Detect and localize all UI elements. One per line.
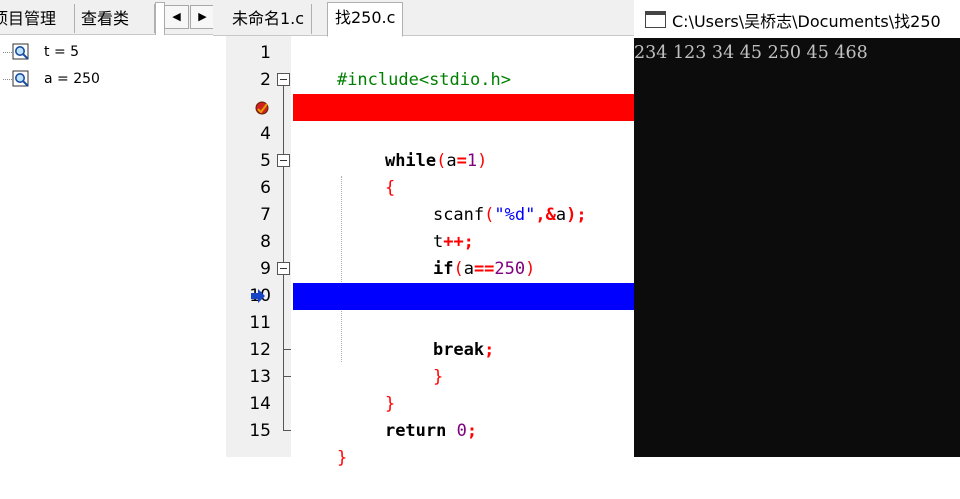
fold-toggle[interactable] (277, 73, 290, 86)
code-line-8[interactable]: if(a==250) (293, 229, 634, 279)
code-line-3-breakpoint[interactable]: int a,t=0; (293, 94, 634, 144)
tab-file-untitled[interactable]: 未命名1.c (225, 4, 313, 34)
tab-project-manager[interactable]: 项目管理 (0, 4, 75, 33)
code-line-13[interactable]: } (293, 364, 634, 414)
fold-end (283, 430, 291, 431)
code-editor: 未命名1.c 找250.c 1 2 4 5 6 7 8 9 10 11 12 1… (213, 0, 637, 468)
line-number: 5 (260, 151, 271, 171)
console-title: C:\Users\吴桥志\Documents\找250 (672, 12, 941, 31)
tab-file-active[interactable]: 找250.c (327, 2, 404, 37)
line-number: 7 (260, 205, 271, 225)
code-line-15[interactable]: } (293, 418, 637, 468)
code-line-6[interactable]: scanf("%d",&a); (293, 175, 634, 225)
watch-variable-icon (12, 70, 29, 87)
current-line-arrow-icon (251, 289, 265, 303)
code-line-9[interactable]: { (293, 256, 634, 306)
code-line-10-current[interactable]: printf("%d\n",t); (293, 283, 634, 333)
tree-connector (3, 52, 12, 53)
editor-tabs: 未命名1.c 找250.c (213, 0, 634, 37)
left-panel-tabs: 项目管理 查看类 ◀ ▶ (0, 0, 215, 35)
console-window[interactable]: C:\Users\吴桥志\Documents\找250 234 123 34 4… (634, 0, 960, 457)
fold-toggle[interactable] (277, 154, 290, 167)
code-line-1[interactable]: #include<stdio.h> (293, 40, 637, 90)
line-number: 14 (249, 394, 271, 414)
line-number: 12 (249, 340, 271, 360)
project-panel: 项目管理 查看类 ◀ ▶ t = 5 a = 250 (0, 0, 215, 457)
breakpoint-icon[interactable] (254, 100, 270, 116)
fold-end (283, 376, 291, 377)
watch-variable-icon (12, 43, 29, 60)
line-number: 4 (260, 124, 271, 144)
code-line-2[interactable]: int main(){ (293, 67, 637, 117)
arrow-right-icon: ▶ (198, 10, 207, 23)
code-line-14[interactable]: return 0; (293, 391, 634, 441)
code-line-5[interactable]: { (293, 148, 634, 198)
console-title-bar[interactable]: C:\Users\吴桥志\Documents\找250 (634, 0, 960, 38)
tree-connector (3, 79, 12, 80)
code-line-4[interactable]: while(a=1) (293, 121, 634, 171)
fold-end (283, 349, 291, 350)
code-line-12[interactable]: } (293, 337, 634, 387)
tab-scroll-left-button[interactable]: ◀ (164, 5, 189, 29)
line-number: 2 (260, 70, 271, 90)
code-line-11[interactable]: break; (293, 310, 634, 360)
arrow-left-icon: ◀ (172, 10, 181, 23)
line-number: 1 (260, 43, 271, 63)
line-number: 9 (260, 259, 271, 279)
line-number: 13 (249, 367, 271, 387)
console-output: 234 123 34 45 250 45 468 (634, 43, 868, 63)
line-number-gutter[interactable]: 1 2 4 5 6 7 8 9 10 11 12 13 14 15 (226, 36, 291, 457)
tab-scroll-right-button[interactable]: ▶ (190, 5, 215, 29)
code-line-7[interactable]: t++; (293, 202, 634, 252)
line-number: 11 (249, 313, 271, 333)
fold-toggle[interactable] (277, 262, 290, 275)
line-number: 8 (260, 232, 271, 252)
console-window-icon (645, 11, 666, 28)
watch-text: a = 250 (44, 71, 100, 87)
line-number: 6 (260, 178, 271, 198)
line-number: 15 (249, 421, 271, 441)
tab-class-view[interactable]: 查看类 (75, 4, 155, 33)
watch-text: t = 5 (44, 44, 80, 60)
fold-guide (283, 86, 284, 430)
